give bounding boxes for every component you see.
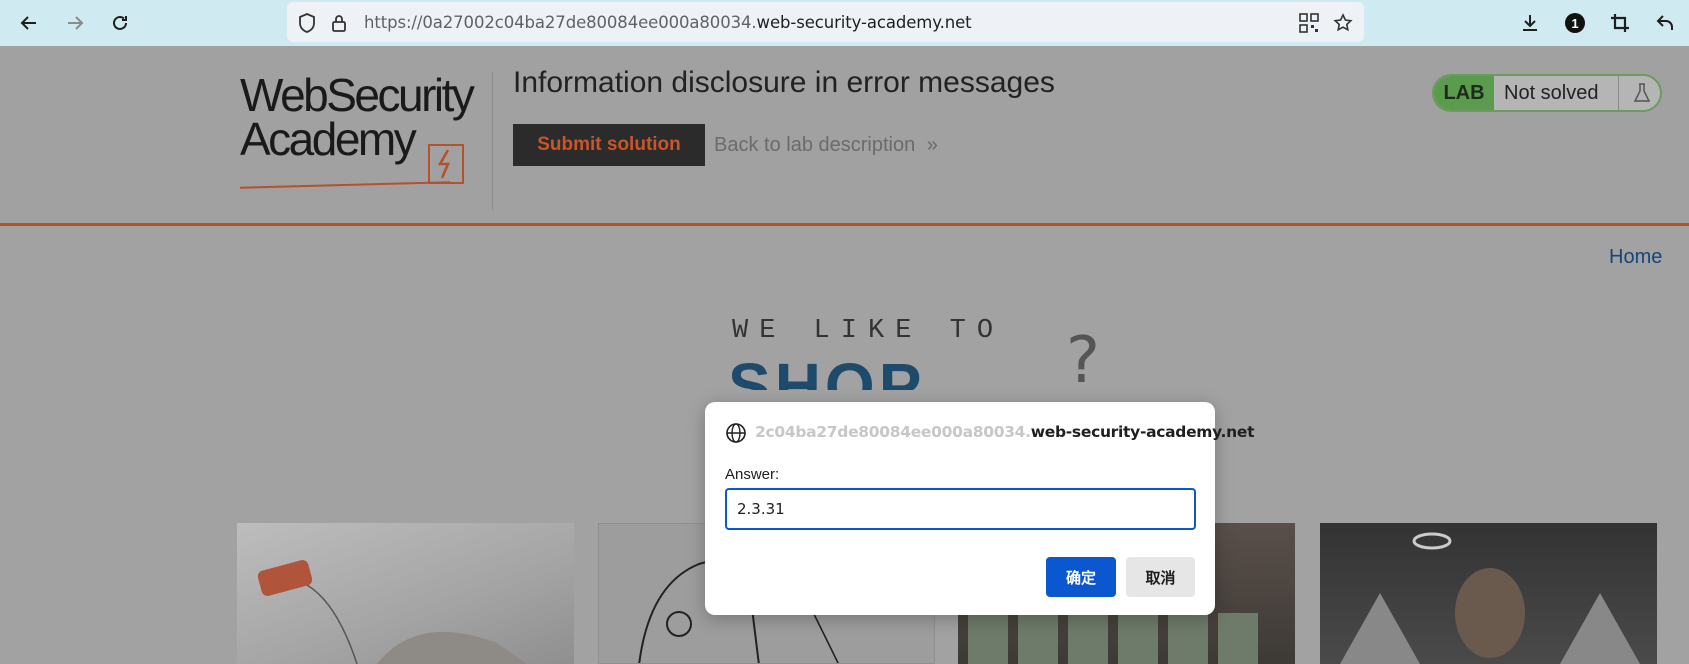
profile-badge-count: 1: [1571, 15, 1579, 31]
answer-label: Answer:: [725, 466, 780, 483]
crop-icon[interactable]: [1605, 8, 1635, 38]
home-link[interactable]: Home: [1609, 246, 1662, 269]
profile-badge-icon[interactable]: 1: [1560, 8, 1590, 38]
ok-button[interactable]: 确定: [1046, 557, 1116, 597]
lock-icon[interactable]: [327, 11, 351, 35]
submit-solution-button[interactable]: Submit solution: [513, 124, 705, 166]
dialog-origin: 2c04ba27de80084ee000a80034.web-security-…: [755, 423, 1254, 441]
undo-icon[interactable]: [1650, 8, 1680, 38]
address-bar[interactable]: https://0a27002c04ba27de80084ee000a80034…: [287, 2, 1364, 42]
dialog-origin-host: web-security-academy.net: [1030, 423, 1255, 441]
web-security-academy-logo[interactable]: WebSecurity Academy: [240, 69, 480, 189]
cancel-button[interactable]: 取消: [1126, 557, 1195, 597]
product-image-tea-bag[interactable]: [237, 523, 574, 664]
logo-text-line1: WebSecurity: [240, 69, 475, 121]
globe-icon: [725, 422, 747, 444]
hero-question-mark: ?: [1066, 324, 1100, 398]
url-host: web-security-academy.net: [756, 13, 972, 32]
back-arrow-icon[interactable]: [14, 8, 44, 38]
flask-icon: [1618, 76, 1660, 110]
answer-input[interactable]: [725, 488, 1196, 530]
hero-shop-text: SHOP: [728, 350, 926, 390]
logo-text-line2: Academy: [240, 113, 417, 165]
product-image-angel-man[interactable]: [1320, 523, 1657, 664]
reload-icon[interactable]: [105, 8, 135, 38]
logo-underline: [240, 181, 450, 189]
dialog-origin-faded: 2c04ba27de80084ee000a80034.: [755, 423, 1031, 441]
hero-tagline: WE LIKE TO: [732, 316, 1005, 346]
qr-code-icon[interactable]: [1297, 11, 1321, 35]
url-text[interactable]: https://0a27002c04ba27de80084ee000a80034…: [364, 13, 972, 32]
url-prefix: https://0a27002c04ba27de80084ee000a80034…: [364, 13, 757, 32]
star-icon[interactable]: [1331, 11, 1355, 35]
lab-status-widget: LAB Not solved: [1432, 74, 1662, 112]
lightning-bolt-icon: [428, 144, 464, 184]
shield-icon[interactable]: [295, 11, 319, 35]
lab-title: Information disclosure in error messages: [513, 66, 1055, 99]
lab-status-text: Not solved: [1504, 82, 1599, 104]
lab-header: WebSecurity Academy Information disclosu…: [0, 46, 1689, 226]
browser-toolbar: https://0a27002c04ba27de80084ee000a80034…: [0, 0, 1689, 46]
forward-arrow-icon[interactable]: [60, 8, 90, 38]
back-link-label: Back to lab description: [714, 134, 916, 156]
prompt-dialog: 2c04ba27de80084ee000a80034.web-security-…: [705, 402, 1254, 615]
double-chevron-right-icon: »: [926, 134, 938, 156]
back-to-lab-description-link[interactable]: Back to lab description »: [714, 134, 938, 157]
header-divider: [492, 72, 493, 210]
lab-badge: LAB: [1434, 76, 1494, 110]
download-icon[interactable]: [1515, 8, 1545, 38]
